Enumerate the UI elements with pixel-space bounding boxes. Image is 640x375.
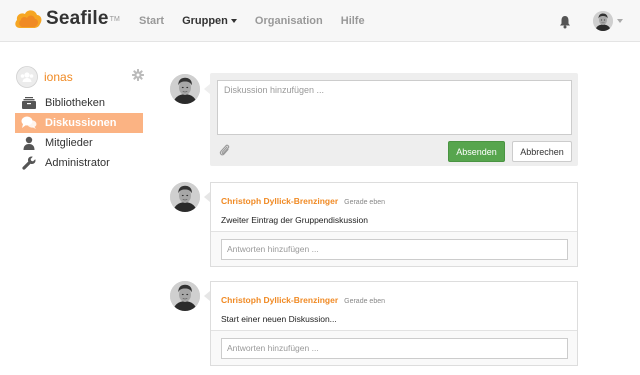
chevron-down-icon — [617, 19, 623, 23]
group-header: ionas — [16, 66, 144, 88]
reply-input[interactable] — [221, 239, 568, 260]
nav-item-hilfe[interactable]: Hilfe — [341, 15, 365, 27]
avatar — [170, 74, 200, 104]
library-icon — [21, 95, 37, 111]
discussion-icon — [21, 115, 37, 131]
sidebar-item-bibliotheken[interactable]: Bibliotheken — [15, 93, 143, 113]
discussion-input[interactable] — [217, 80, 572, 135]
sidebar-item-label: Mitglieder — [45, 137, 93, 149]
thread-message: Zweiter Eintrag der Gruppendiskussion — [221, 215, 368, 225]
author-name[interactable]: Christoph Dyllick-Brenzinger — [221, 196, 338, 206]
cancel-button[interactable]: Abbrechen — [512, 141, 572, 162]
nav-item-organisation[interactable]: Organisation — [255, 15, 323, 27]
sidebar-item-mitglieder[interactable]: Mitglieder — [15, 133, 143, 153]
group-name[interactable]: ionas — [44, 70, 73, 84]
reply-area — [211, 231, 577, 266]
author-name[interactable]: Christoph Dyllick-Brenzinger — [221, 295, 338, 305]
sidebar-item-administrator[interactable]: Administrator — [15, 153, 143, 173]
main-nav: Start Gruppen Organisation Hilfe — [139, 15, 383, 27]
avatar — [170, 281, 200, 311]
sidebar-item-label: Administrator — [45, 157, 110, 169]
avatar — [170, 182, 200, 212]
gear-icon[interactable] — [132, 69, 144, 84]
chevron-down-icon — [230, 19, 237, 24]
logo-text: Seafile — [46, 8, 109, 29]
bell-icon[interactable] — [558, 15, 572, 32]
send-button[interactable]: Absenden — [448, 141, 505, 162]
top-navigation-bar: Seafile TM Start Gruppen Organisation Hil… — [0, 0, 640, 42]
cloud-logo-icon — [15, 10, 42, 28]
group-icon — [16, 66, 38, 88]
seafile-logo[interactable]: Seafile TM — [14, 8, 120, 30]
discussion-thread: Christoph Dyllick-Brenzinger Gerade eben … — [210, 182, 578, 267]
sidebar-item-label: Bibliotheken — [45, 97, 105, 109]
paperclip-icon[interactable] — [219, 143, 230, 160]
logo-trademark: TM — [109, 15, 120, 23]
thread-body: Christoph Dyllick-Brenzinger Gerade eben … — [211, 183, 577, 231]
user-menu[interactable] — [593, 11, 623, 31]
nav-item-gruppen[interactable]: Gruppen — [182, 15, 237, 27]
nav-item-gruppen-label: Gruppen — [182, 15, 228, 27]
thread-body: Christoph Dyllick-Brenzinger Gerade eben … — [211, 282, 577, 330]
sidebar-item-diskussionen[interactable]: Diskussionen — [15, 113, 143, 133]
post-time: Gerade eben — [344, 199, 386, 206]
discussion-thread: Christoph Dyllick-Brenzinger Gerade eben … — [210, 281, 578, 366]
wrench-icon — [21, 155, 37, 171]
nav-item-start[interactable]: Start — [139, 15, 164, 27]
reply-area — [211, 330, 577, 365]
thread-meta: Christoph Dyllick-Brenzinger Gerade eben — [221, 193, 567, 207]
sidebar-item-label: Diskussionen — [45, 117, 117, 129]
discussion-composer: Absenden Abbrechen — [210, 73, 578, 166]
post-time: Gerade eben — [344, 298, 386, 305]
person-icon — [21, 135, 37, 151]
avatar — [593, 11, 613, 31]
sidebar-nav: Bibliotheken Diskussionen Mitglieder Adm… — [15, 93, 143, 173]
thread-meta: Christoph Dyllick-Brenzinger Gerade eben — [221, 292, 567, 306]
reply-input[interactable] — [221, 338, 568, 359]
thread-message: Start einer neuen Diskussion... — [221, 314, 337, 324]
